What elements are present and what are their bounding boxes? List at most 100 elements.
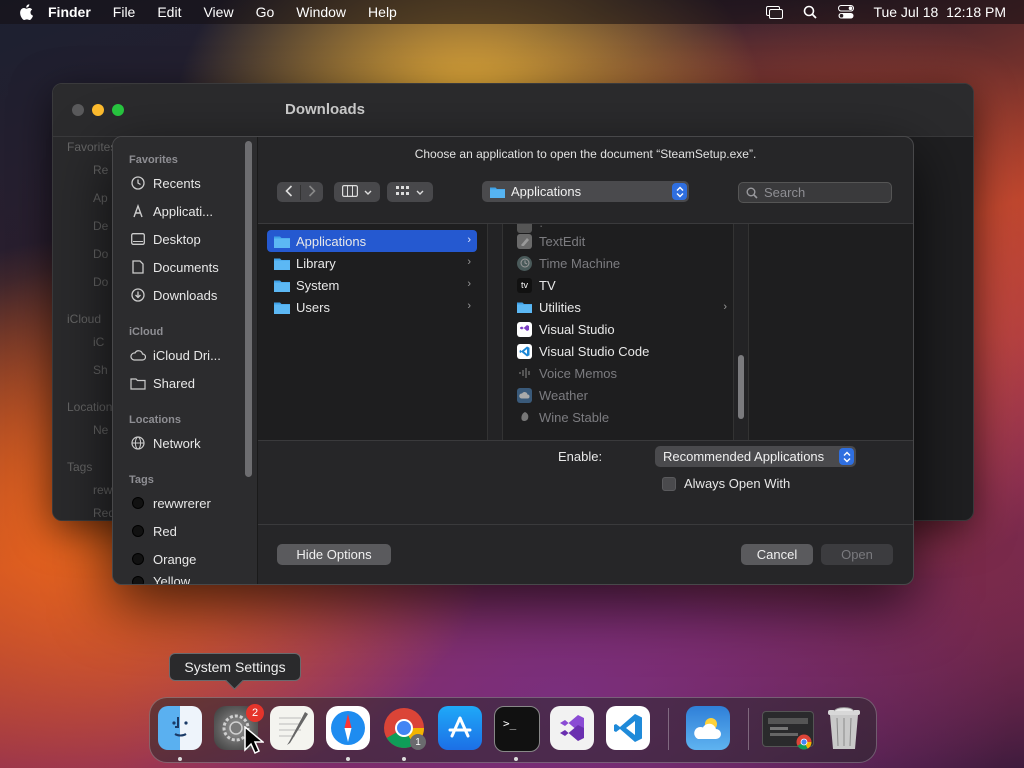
textedit-icon <box>517 233 532 249</box>
close-button[interactable] <box>72 104 84 116</box>
menu-window[interactable]: Window <box>296 4 346 20</box>
menu-go[interactable]: Go <box>256 4 275 20</box>
sidebar-item-icloud-drive[interactable]: iCloud Dri... <box>130 344 221 366</box>
trash-icon[interactable] <box>822 706 866 750</box>
sidebar-item-label: Downloads <box>153 287 218 303</box>
applications-icon <box>130 203 146 219</box>
view-mode-button[interactable] <box>334 182 380 202</box>
control-center-icon[interactable] <box>837 5 855 19</box>
column-resize-handle[interactable] <box>733 224 749 440</box>
desktop-icon <box>130 231 146 247</box>
app-item-utilities[interactable]: Utilities › <box>517 296 727 318</box>
hide-options-button[interactable]: Hide Options <box>277 544 391 565</box>
search-field[interactable]: Search <box>738 182 892 203</box>
sidebar-tag-rewwrerer[interactable]: rewwrerer <box>130 492 211 514</box>
weather-icon[interactable] <box>686 706 730 750</box>
applications-scrollbar[interactable] <box>738 355 744 419</box>
chevron-right-icon: › <box>723 301 727 313</box>
sidebar-item-downloads[interactable]: Downloads <box>130 284 217 306</box>
list-item-applications[interactable]: Applications › <box>267 230 477 252</box>
enable-popup[interactable]: Recommended Applications <box>655 446 856 467</box>
app-item-vscode[interactable]: Visual Studio Code <box>517 340 727 362</box>
finder-icon[interactable] <box>158 706 202 750</box>
terminal-icon[interactable]: >_ <box>494 706 540 752</box>
app-item-label: TextEdit <box>539 233 586 249</box>
apple-menu-icon[interactable] <box>18 4 34 20</box>
menu-clock[interactable]: Tue Jul 18 12:18 PM <box>873 4 1006 20</box>
vscode-icon <box>517 343 532 359</box>
app-item-label: Weather <box>539 387 588 403</box>
open-button[interactable]: Open <box>821 544 893 565</box>
sidebar-item-applications[interactable]: Applicati... <box>130 200 213 222</box>
menu-help[interactable]: Help <box>368 4 397 20</box>
download-icon <box>130 287 146 303</box>
visual-studio-icon[interactable] <box>550 706 594 750</box>
group-by-button[interactable] <box>387 182 433 202</box>
mouse-cursor-icon <box>244 725 266 761</box>
app-item-wine-stable[interactable]: Wine Stable <box>517 406 727 428</box>
sidebar-scrollbar[interactable] <box>245 141 252 477</box>
columns-view-icon <box>342 184 359 200</box>
running-indicator <box>346 757 350 761</box>
screen-mirroring-icon[interactable] <box>765 5 783 19</box>
sidebar-item-network[interactable]: Network <box>130 432 201 454</box>
sidebar-item-label: Red <box>153 523 177 539</box>
menu-app-name[interactable]: Finder <box>48 4 91 20</box>
clock-icon <box>130 175 146 191</box>
time-machine-icon <box>517 255 532 271</box>
menu-edit[interactable]: Edit <box>157 4 181 20</box>
app-item-label: Utilities <box>539 299 581 315</box>
app-item-visual-studio[interactable]: Visual Studio <box>517 318 727 340</box>
weather-icon <box>517 387 532 403</box>
app-item-label: Visual Studio <box>539 321 615 337</box>
textedit-icon[interactable] <box>270 706 314 750</box>
app-item-voice-memos[interactable]: Voice Memos <box>517 362 727 384</box>
sidebar-tag-orange[interactable]: Orange <box>130 548 196 570</box>
vscode-icon[interactable] <box>606 706 650 750</box>
grid-view-icon <box>396 185 410 199</box>
tag-dot-icon <box>130 574 146 584</box>
sidebar-item-recents[interactable]: Recents <box>130 172 201 194</box>
spotlight-search-icon[interactable] <box>801 5 819 19</box>
sidebar-item-documents[interactable]: Documents <box>130 256 219 278</box>
app-item-time-machine[interactable]: Time Machine <box>517 252 727 274</box>
sidebar-item-label: rewwrerer <box>153 495 211 511</box>
dialog-main: Choose an application to open the docume… <box>258 137 913 584</box>
list-item-label: Applications <box>296 233 367 249</box>
menu-view[interactable]: View <box>203 4 233 20</box>
svg-text:>_: >_ <box>503 717 517 730</box>
minimize-button[interactable] <box>92 104 104 116</box>
applications-column: · TextEdit Time Machine tv TV Utilities … <box>502 224 734 440</box>
running-indicator <box>402 757 406 761</box>
location-popup[interactable]: Applications <box>482 181 689 202</box>
back-icon[interactable] <box>278 184 301 200</box>
window-controls <box>72 104 124 116</box>
app-item-textedit[interactable]: TextEdit <box>517 230 727 252</box>
column-resize-handle[interactable] <box>487 224 503 440</box>
always-open-with-checkbox[interactable]: Always Open With <box>662 476 790 491</box>
dock-separator <box>748 708 749 750</box>
app-store-icon[interactable] <box>438 706 482 750</box>
folder-icon <box>274 302 290 314</box>
list-item-library[interactable]: Library › <box>267 252 477 274</box>
running-indicator <box>178 757 182 761</box>
list-item-label: Library <box>296 255 336 271</box>
sidebar-tag-red[interactable]: Red <box>130 520 177 542</box>
forward-icon[interactable] <box>301 184 323 200</box>
app-item-weather[interactable]: Weather <box>517 384 727 406</box>
sidebar-tag-yellow[interactable]: Yellow <box>130 574 190 584</box>
app-item-tv[interactable]: tv TV <box>517 274 727 296</box>
finder-ghost-label: De <box>93 219 109 233</box>
sidebar-item-desktop[interactable]: Desktop <box>130 228 201 250</box>
menu-file[interactable]: File <box>113 4 136 20</box>
sidebar-item-shared[interactable]: Shared <box>130 372 195 394</box>
app-item-label: Time Machine <box>539 255 621 271</box>
safari-icon[interactable] <box>326 706 370 750</box>
list-item-system[interactable]: System › <box>267 274 477 296</box>
cancel-button[interactable]: Cancel <box>741 544 813 565</box>
zoom-button[interactable] <box>112 104 124 116</box>
checkbox-box[interactable] <box>662 476 676 491</box>
list-item-users[interactable]: Users › <box>267 296 477 318</box>
finder-ghost-label: Do <box>93 247 109 261</box>
chevron-down-icon <box>364 185 372 199</box>
